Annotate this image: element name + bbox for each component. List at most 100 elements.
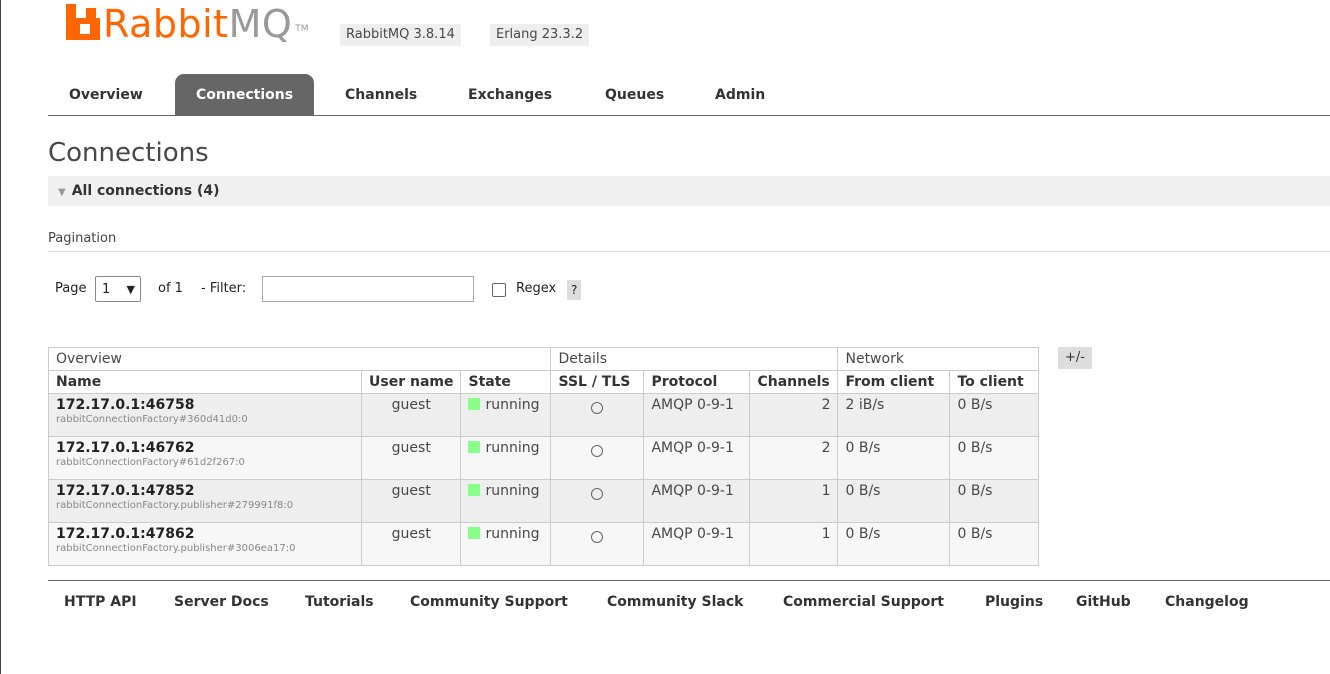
page-label: Page <box>55 281 87 296</box>
ssl-cell <box>550 522 645 566</box>
channels-count: 2 <box>749 393 839 437</box>
all-connections-toggle[interactable]: ▼ All connections (4) <box>48 176 1330 206</box>
ssl-off-circle-icon <box>591 488 604 500</box>
rabbitmq-logo-icon <box>66 4 100 40</box>
running-status-icon <box>468 398 481 410</box>
window-edge <box>0 0 1 674</box>
ssl-cell <box>550 479 645 523</box>
from-client-rate: 0 B/s <box>837 436 951 480</box>
connection-name-link[interactable]: 172.17.0.1:47862 <box>56 526 354 542</box>
footer-link-community-support[interactable]: Community Support <box>410 594 568 610</box>
logo-text: RabbitMQ <box>103 2 293 46</box>
channels-count: 1 <box>749 522 839 566</box>
table-row: 172.17.0.1:46758 rabbitConnectionFactory#… <box>48 393 1040 437</box>
filter-input[interactable] <box>262 276 474 302</box>
collapse-triangle-icon: ▼ <box>58 187 66 198</box>
protocol: AMQP 0-9-1 <box>643 522 751 566</box>
connection-client-name: rabbitConnectionFactory#360d41d0:0 <box>56 414 248 425</box>
ssl-off-circle-icon <box>591 402 604 414</box>
col-to-client[interactable]: To client <box>949 370 1040 394</box>
ssl-cell <box>550 436 645 480</box>
divider <box>48 251 1330 252</box>
page-select[interactable]: 1 ▼ <box>95 276 141 302</box>
state-cell: running <box>460 522 552 566</box>
connection-client-name: rabbitConnectionFactory#61d2f267:0 <box>56 457 245 468</box>
state-cell: running <box>460 393 552 437</box>
regex-help-button[interactable]: ? <box>567 280 582 300</box>
regex-checkbox[interactable] <box>492 283 506 297</box>
chevron-down-icon: ▼ <box>126 283 135 296</box>
footer-link-github[interactable]: GitHub <box>1076 594 1131 610</box>
footer-link-tutorials[interactable]: Tutorials <box>305 594 374 610</box>
page-title: Connections <box>48 138 209 168</box>
to-client-rate: 0 B/s <box>949 522 1040 566</box>
tab-channels[interactable]: Channels <box>345 74 417 115</box>
col-channels[interactable]: Channels <box>749 370 839 394</box>
erlang-version-badge: Erlang 23.3.2 <box>490 24 590 46</box>
group-details: Details <box>550 347 839 371</box>
tab-exchanges[interactable]: Exchanges <box>468 74 552 115</box>
column-toggle-button[interactable]: +/- <box>1058 347 1092 369</box>
to-client-rate: 0 B/s <box>949 393 1040 437</box>
state-cell: running <box>460 479 552 523</box>
col-from-client[interactable]: From client <box>837 370 951 394</box>
group-overview: Overview <box>47 347 552 371</box>
rabbitmq-logo[interactable]: RabbitMQ TM <box>66 2 309 46</box>
tab-admin[interactable]: Admin <box>715 74 765 115</box>
protocol: AMQP 0-9-1 <box>643 393 751 437</box>
table-row: 172.17.0.1:46762 rabbitConnectionFactory#… <box>48 436 1040 480</box>
pagination-label: Pagination <box>48 231 117 246</box>
connection-client-name: rabbitConnectionFactory.publisher#279991… <box>56 500 294 511</box>
section-title: All connections (4) <box>71 183 220 199</box>
ssl-off-circle-icon <box>591 531 604 543</box>
footer-link-commercial-support[interactable]: Commercial Support <box>783 594 944 610</box>
footer-divider <box>48 580 1330 581</box>
filter-label: - Filter: <box>201 281 247 296</box>
connection-name-link[interactable]: 172.17.0.1:47852 <box>56 483 354 499</box>
from-client-rate: 2 iB/s <box>837 393 951 437</box>
channels-count: 2 <box>749 436 839 480</box>
protocol: AMQP 0-9-1 <box>643 479 751 523</box>
rabbitmq-version-badge: RabbitMQ 3.8.14 <box>340 24 461 46</box>
col-user-name[interactable]: User name <box>360 370 462 394</box>
regex-label: Regex <box>516 281 557 296</box>
ssl-off-circle-icon <box>591 445 604 457</box>
col-ssl-tls[interactable]: SSL / TLS <box>550 370 645 394</box>
footer-link-plugins[interactable]: Plugins <box>985 594 1043 610</box>
state-cell: running <box>460 436 552 480</box>
connection-name-link[interactable]: 172.17.0.1:46758 <box>56 397 354 413</box>
connection-client-name: rabbitConnectionFactory.publisher#3006ea… <box>56 543 296 554</box>
footer-link-server-docs[interactable]: Server Docs <box>174 594 269 610</box>
ssl-cell <box>550 393 645 437</box>
tab-overview[interactable]: Overview <box>69 74 143 115</box>
to-client-rate: 0 B/s <box>949 436 1040 480</box>
channels-count: 1 <box>749 479 839 523</box>
running-status-icon <box>468 441 481 453</box>
footer-link-changelog[interactable]: Changelog <box>1165 594 1249 610</box>
connection-name-link[interactable]: 172.17.0.1:46762 <box>56 440 354 456</box>
group-network: Network <box>837 347 1040 371</box>
page-of-label: of 1 <box>158 281 183 296</box>
connections-table: Overview Details Network Name User name … <box>47 347 1040 566</box>
user-name: guest <box>360 393 462 437</box>
tab-connections[interactable]: Connections <box>175 74 315 115</box>
footer-link-http-api[interactable]: HTTP API <box>64 594 137 610</box>
from-client-rate: 0 B/s <box>837 479 951 523</box>
col-name[interactable]: Name <box>48 370 362 394</box>
logo-trademark: TM <box>295 24 309 34</box>
col-state[interactable]: State <box>460 370 552 394</box>
main-nav-tabs: Overview Connections Channels Exchanges … <box>48 74 1330 116</box>
to-client-rate: 0 B/s <box>949 479 1040 523</box>
from-client-rate: 0 B/s <box>837 522 951 566</box>
user-name: guest <box>360 436 462 480</box>
table-row: 172.17.0.1:47862 rabbitConnectionFactory.… <box>48 522 1040 566</box>
running-status-icon <box>468 527 481 539</box>
running-status-icon <box>468 484 481 496</box>
protocol: AMQP 0-9-1 <box>643 436 751 480</box>
tab-queues[interactable]: Queues <box>605 74 664 115</box>
user-name: guest <box>360 522 462 566</box>
user-name: guest <box>360 479 462 523</box>
col-protocol[interactable]: Protocol <box>643 370 751 394</box>
footer-link-community-slack[interactable]: Community Slack <box>607 594 743 610</box>
table-row: 172.17.0.1:47852 rabbitConnectionFactory.… <box>48 479 1040 523</box>
